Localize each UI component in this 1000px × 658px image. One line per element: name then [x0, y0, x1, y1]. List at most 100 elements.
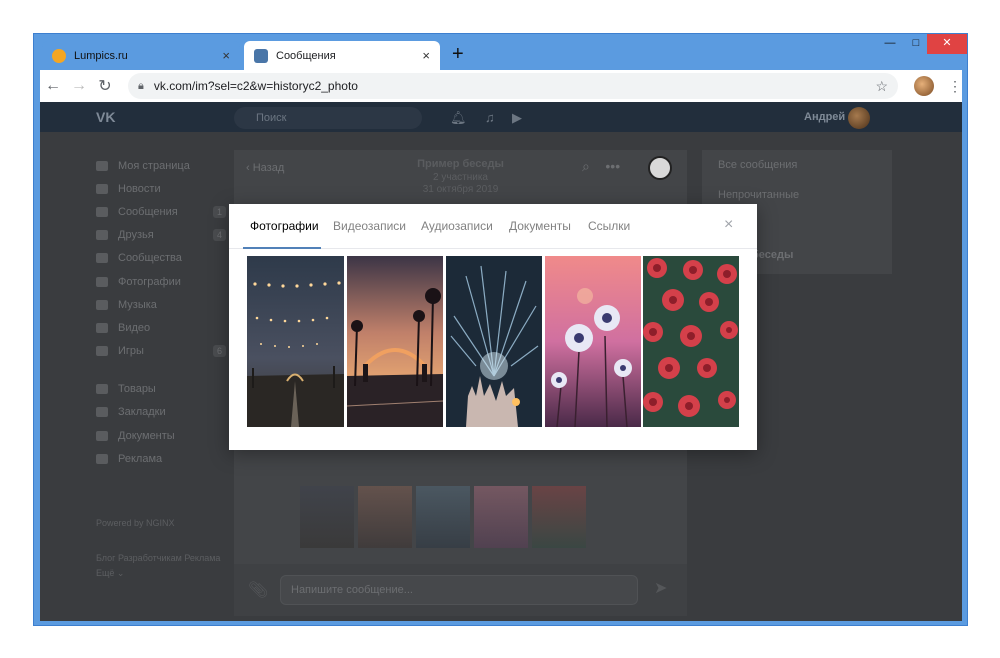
active-tab-indicator	[243, 247, 321, 249]
attachment-thumb[interactable]	[358, 486, 412, 548]
sidebar-item-label: Новости	[118, 182, 161, 195]
new-tab-button[interactable]: +	[452, 43, 464, 66]
camera-icon	[96, 276, 108, 287]
bag-icon	[96, 384, 108, 395]
chat-photo-attachments	[300, 486, 586, 548]
daisies-sunset-photo[interactable]	[545, 256, 641, 427]
music-icon	[96, 299, 108, 310]
tab-strip: Lumpics.ru × Сообщения × + — □ ✕	[34, 34, 967, 70]
bell-icon[interactable]: 🔔︎	[450, 110, 467, 126]
palm-arch-sunset-photo[interactable]	[347, 256, 443, 427]
sidebar-item-label: Документы	[118, 429, 175, 442]
film-icon	[96, 322, 108, 333]
attachment-thumb[interactable]	[474, 486, 528, 548]
sidebar-item-friends[interactable]: Друзья 4	[96, 224, 226, 247]
sidebar-item-label: Музыка	[118, 298, 157, 311]
sidebar-item-my-page[interactable]: Моя страница	[96, 154, 226, 177]
send-icon[interactable]: ➤	[654, 578, 667, 598]
avatar[interactable]	[848, 107, 870, 129]
chat-header-actions: ⌕ •••	[582, 158, 620, 175]
friend-icon	[96, 230, 108, 241]
sidebar-item-video[interactable]: Видео	[96, 316, 226, 339]
megaphone-icon	[96, 453, 108, 464]
message-input[interactable]: Напишите сообщение...	[280, 575, 638, 605]
tab-close-icon[interactable]: ×	[422, 48, 430, 63]
attachments-modal: Фотографии Видеозаписи Аудиозаписи Докум…	[229, 204, 757, 450]
sidebar-item-news[interactable]: Новости	[96, 177, 226, 200]
chat-date: 31 октября 2019	[422, 184, 499, 195]
tab-close-icon[interactable]: ×	[222, 48, 230, 63]
sidebar-item-bookmarks[interactable]: Закладки	[96, 401, 226, 424]
tab-label: Сообщения	[276, 49, 336, 62]
vk-header: VK Поиск 🔔︎ ♫ ▶ Андрей	[40, 102, 962, 132]
vk-logo[interactable]: VK	[96, 109, 115, 125]
sidebar-item-photos[interactable]: Фотографии	[96, 270, 226, 293]
footer-links[interactable]: Блог Разработчикам Реклама Ещё ⌄	[96, 551, 226, 581]
group-icon	[96, 253, 108, 264]
attachment-thumb[interactable]	[416, 486, 470, 548]
lumpics-favicon-icon	[52, 48, 66, 63]
search-input[interactable]: Поиск	[234, 107, 422, 129]
attachment-thumb[interactable]	[532, 486, 586, 548]
chat-avatar[interactable]	[648, 156, 672, 180]
sidebar-item-messages[interactable]: Сообщения 1	[96, 200, 226, 223]
sidebar-item-label: Закладки	[118, 406, 166, 419]
sidebar-item-label: Фотографии	[118, 275, 181, 288]
modal-tabs: Фотографии Видеозаписи Аудиозаписи Докум…	[229, 204, 757, 249]
message-composer: 📎︎ Напишите сообщение... ➤	[234, 564, 687, 616]
search-icon[interactable]: ⌕	[582, 158, 590, 174]
count-badge: 4	[212, 229, 226, 242]
kebab-menu-icon[interactable]: ⋮	[948, 78, 962, 95]
tab-videos[interactable]: Видеозаписи	[333, 219, 406, 233]
forward-arrow-icon[interactable]: →	[66, 77, 92, 95]
back-arrow-icon[interactable]: ←	[40, 77, 66, 95]
tab-documents[interactable]: Документы	[509, 219, 571, 233]
address-bar[interactable]: 🔒︎ vk.com/im?sel=c2&w=historyc2_photo ☆	[128, 73, 898, 99]
filter-all-messages[interactable]: Все сообщения	[702, 150, 892, 180]
close-icon[interactable]: ×	[724, 216, 733, 234]
sidebar-item-label: Реклама	[118, 452, 163, 465]
sidebar-item-communities[interactable]: Сообщества	[96, 247, 226, 270]
tab-photos[interactable]: Фотографии	[250, 219, 319, 233]
star-icon	[96, 407, 108, 418]
attachment-thumb[interactable]	[300, 486, 354, 548]
document-icon	[96, 430, 108, 441]
video-play-icon[interactable]: ▶	[512, 110, 522, 126]
tab-label: Lumpics.ru	[74, 49, 128, 62]
left-sidebar: Моя страница Новости Сообщения 1 Друзья 4 …	[96, 154, 226, 470]
home-icon	[96, 160, 108, 171]
sidebar-item-music[interactable]: Музыка	[96, 293, 226, 316]
browser-toolbar: ← → ↻ 🔒︎ vk.com/im?sel=c2&w=historyc2_ph…	[40, 70, 962, 102]
city-lights-photo[interactable]	[247, 256, 344, 427]
powered-by-text: Powered by NGINX	[96, 518, 175, 528]
tab-messages[interactable]: Сообщения ×	[244, 41, 440, 70]
music-note-icon[interactable]: ♫	[485, 110, 495, 125]
bookmark-star-icon[interactable]: ☆	[875, 78, 888, 95]
sidebar-item-label: Товары	[118, 383, 156, 396]
close-window-button[interactable]: ✕	[927, 34, 967, 54]
tab-links[interactable]: Ссылки	[588, 219, 630, 233]
profile-avatar[interactable]	[914, 76, 934, 96]
red-roses-photo[interactable]	[643, 256, 739, 427]
count-badge: 6	[212, 345, 226, 358]
sidebar-item-label: Моя страница	[118, 159, 190, 172]
more-dots-icon[interactable]: •••	[605, 158, 620, 174]
sidebar-item-ads[interactable]: Реклама	[96, 447, 226, 470]
paperclip-icon[interactable]: 📎︎	[248, 580, 268, 600]
lock-icon: 🔒︎	[138, 79, 144, 92]
sidebar-item-games[interactable]: Игры 6	[96, 340, 226, 363]
count-badge: 1	[212, 205, 226, 218]
sidebar-item-label: Видео	[118, 321, 151, 334]
sidebar-item-label: Игры	[118, 345, 144, 358]
reload-icon[interactable]: ↻	[92, 76, 118, 96]
url-text: vk.com/im?sel=c2&w=historyc2_photo	[153, 79, 358, 93]
user-name[interactable]: Андрей	[804, 111, 845, 123]
sidebar-item-goods[interactable]: Товары	[96, 378, 226, 401]
sidebar-item-documents[interactable]: Документы	[96, 424, 226, 447]
fireworks-castle-photo[interactable]	[446, 256, 542, 427]
chat-icon	[96, 206, 108, 217]
sidebar-item-label: Друзья	[118, 229, 154, 242]
tab-audio[interactable]: Аудиозаписи	[421, 219, 493, 233]
tab-lumpics[interactable]: Lumpics.ru ×	[42, 41, 240, 70]
sidebar-item-label: Сообщества	[118, 252, 182, 265]
